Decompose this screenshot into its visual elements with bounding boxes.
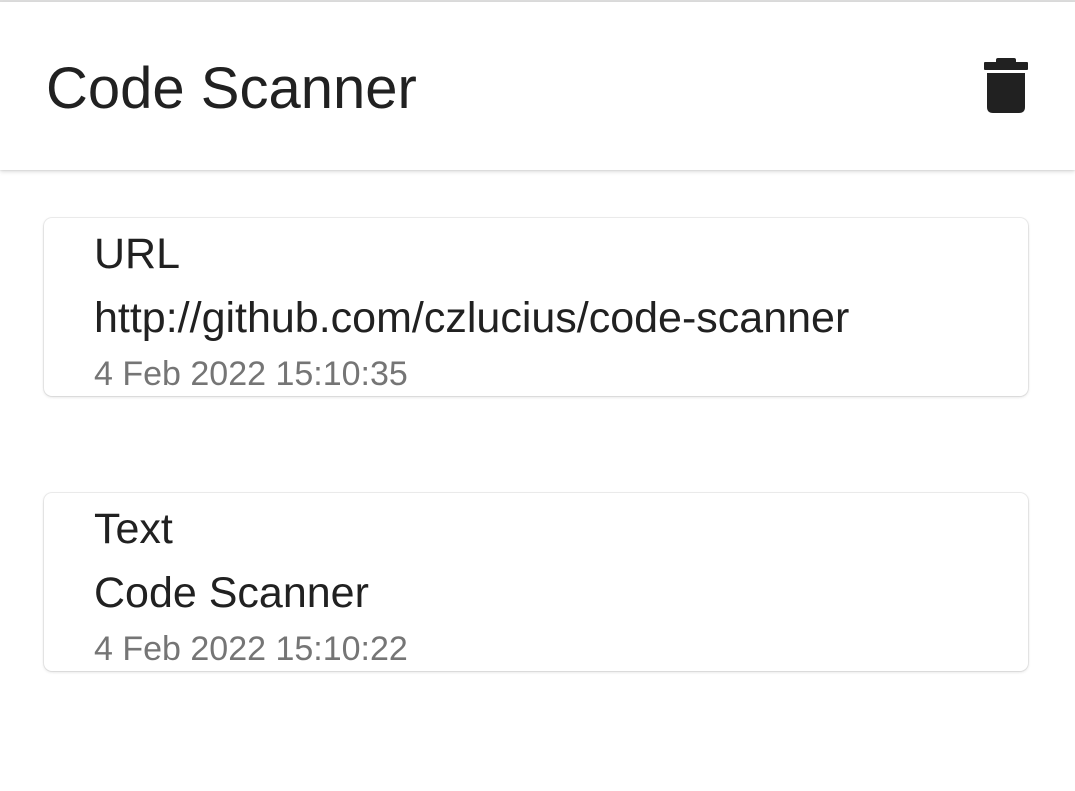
history-item-type: Text	[94, 505, 173, 553]
screen: Code Scanner URL http://github.com/czluc…	[0, 0, 1075, 791]
trash-icon	[984, 58, 1028, 113]
history-item[interactable]: URL http://github.com/czlucius/code-scan…	[44, 218, 1028, 396]
history-item-content: http://github.com/czlucius/code-scanner	[94, 294, 850, 342]
history-item-content: Code Scanner	[94, 569, 369, 617]
history-item[interactable]: Text Code Scanner 4 Feb 2022 15:10:22	[44, 493, 1028, 671]
history-item-type: URL	[94, 230, 181, 278]
delete-history-button[interactable]	[968, 48, 1044, 124]
app-title: Code Scanner	[46, 56, 417, 121]
history-item-date: 4 Feb 2022 15:10:22	[94, 630, 408, 668]
app-bar: Code Scanner	[0, 2, 1075, 170]
history-item-date: 4 Feb 2022 15:10:35	[94, 355, 408, 393]
